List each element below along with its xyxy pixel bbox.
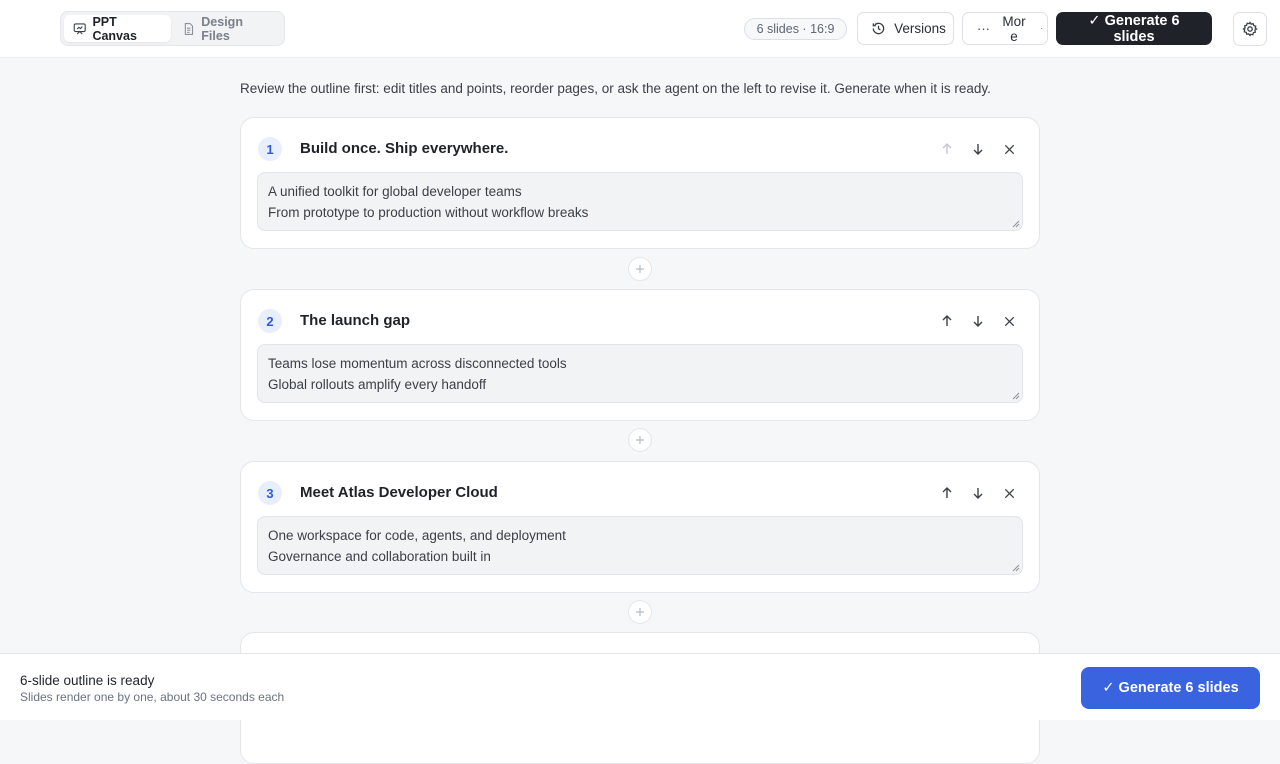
render-hint: Slides render one by one, about 30 secon… [20, 690, 285, 704]
more-button[interactable]: ··· More · [962, 12, 1048, 45]
add-slide-button[interactable] [628, 428, 652, 452]
arrow-down-icon [973, 316, 983, 327]
arrow-up-icon [942, 487, 952, 498]
gear-icon [1242, 21, 1258, 37]
slide-title[interactable]: Meet Atlas Developer Cloud [300, 484, 498, 501]
slide-outline-card: 1 Build once. Ship everywhere. A unified… [240, 117, 1040, 249]
more-dots-icon: ··· [977, 21, 990, 36]
file-icon [184, 22, 193, 35]
add-slide-button[interactable] [628, 600, 652, 624]
settings-button[interactable] [1233, 12, 1267, 46]
arrow-up-icon [942, 315, 952, 326]
presentation-icon [73, 22, 86, 34]
slide-point: Governance and collaboration built in [268, 548, 491, 564]
slide-point: A unified toolkit for global developer t… [268, 184, 522, 199]
slide-title[interactable]: Build once. Ship everywhere. [300, 140, 508, 157]
plus-icon [636, 265, 644, 273]
top-bar: PPT Canvas Design Files 6 slides · 16:9 … [0, 0, 1280, 58]
slide-count-badge: 6 slides · 16:9 [744, 18, 847, 40]
more-label: More [1002, 13, 1026, 44]
close-icon [1004, 144, 1014, 154]
move-down-button[interactable] [967, 482, 989, 504]
arrow-down-icon [973, 144, 983, 155]
move-down-button[interactable] [967, 310, 989, 332]
generate-slides-footer-button[interactable]: ✓ Generate 6 slides [1081, 667, 1260, 709]
slide-point: From prototype to production without wor… [268, 204, 589, 220]
versions-button[interactable]: Versions [857, 12, 954, 45]
generate-footer: 6-slide outline is ready Slides render o… [0, 653, 1280, 720]
plus-icon [636, 436, 644, 444]
view-tabs: PPT Canvas Design Files [60, 11, 285, 46]
arrow-down-icon [973, 488, 983, 499]
slide-points-textarea[interactable]: Teams lose momentum across disconnected … [257, 344, 1023, 403]
chevron-down-icon: · [1040, 23, 1044, 34]
tab-ppt-canvas[interactable]: PPT Canvas [64, 14, 171, 43]
move-up-button[interactable] [936, 482, 958, 504]
resize-grip-icon[interactable] [1012, 220, 1020, 228]
close-icon [1004, 316, 1014, 326]
generate-slides-button[interactable]: ✓ Generate 6 slides [1056, 12, 1212, 45]
tab-label: Design Files [201, 14, 243, 43]
slide-number-badge: 3 [258, 481, 282, 505]
outline-instructions: Review the outline first: edit titles an… [240, 81, 991, 96]
tab-label: PPT Canvas [92, 14, 137, 43]
slide-outline-card: 2 The launch gap Teams lose momentum acr… [240, 289, 1040, 421]
slide-number-badge: 1 [258, 137, 282, 161]
slide-point: Global rollouts amplify every handoff [268, 376, 487, 392]
move-up-button[interactable] [936, 310, 958, 332]
close-icon [1004, 488, 1014, 498]
delete-slide-button[interactable] [998, 138, 1020, 160]
move-up-button[interactable] [936, 138, 958, 160]
slide-title[interactable]: The launch gap [300, 312, 410, 329]
tab-design-files[interactable]: Design Files [173, 14, 281, 43]
plus-icon [636, 608, 644, 616]
versions-label: Versions [894, 21, 946, 36]
resize-grip-icon[interactable] [1012, 392, 1020, 400]
add-slide-button[interactable] [628, 257, 652, 281]
delete-slide-button[interactable] [998, 310, 1020, 332]
slide-points-textarea[interactable]: One workspace for code, agents, and depl… [257, 516, 1023, 575]
outline-status: 6-slide outline is ready [20, 673, 155, 688]
move-down-button[interactable] [967, 138, 989, 160]
slide-number-badge: 2 [258, 309, 282, 333]
slide-point: One workspace for code, agents, and depl… [268, 528, 566, 543]
resize-grip-icon[interactable] [1012, 564, 1020, 572]
history-icon [872, 22, 885, 35]
arrow-up-icon [942, 143, 952, 154]
slide-point: Teams lose momentum across disconnected … [268, 356, 567, 371]
slide-points-textarea[interactable]: A unified toolkit for global developer t… [257, 172, 1023, 231]
delete-slide-button[interactable] [998, 482, 1020, 504]
slide-outline-card: 3 Meet Atlas Developer Cloud One workspa… [240, 461, 1040, 593]
